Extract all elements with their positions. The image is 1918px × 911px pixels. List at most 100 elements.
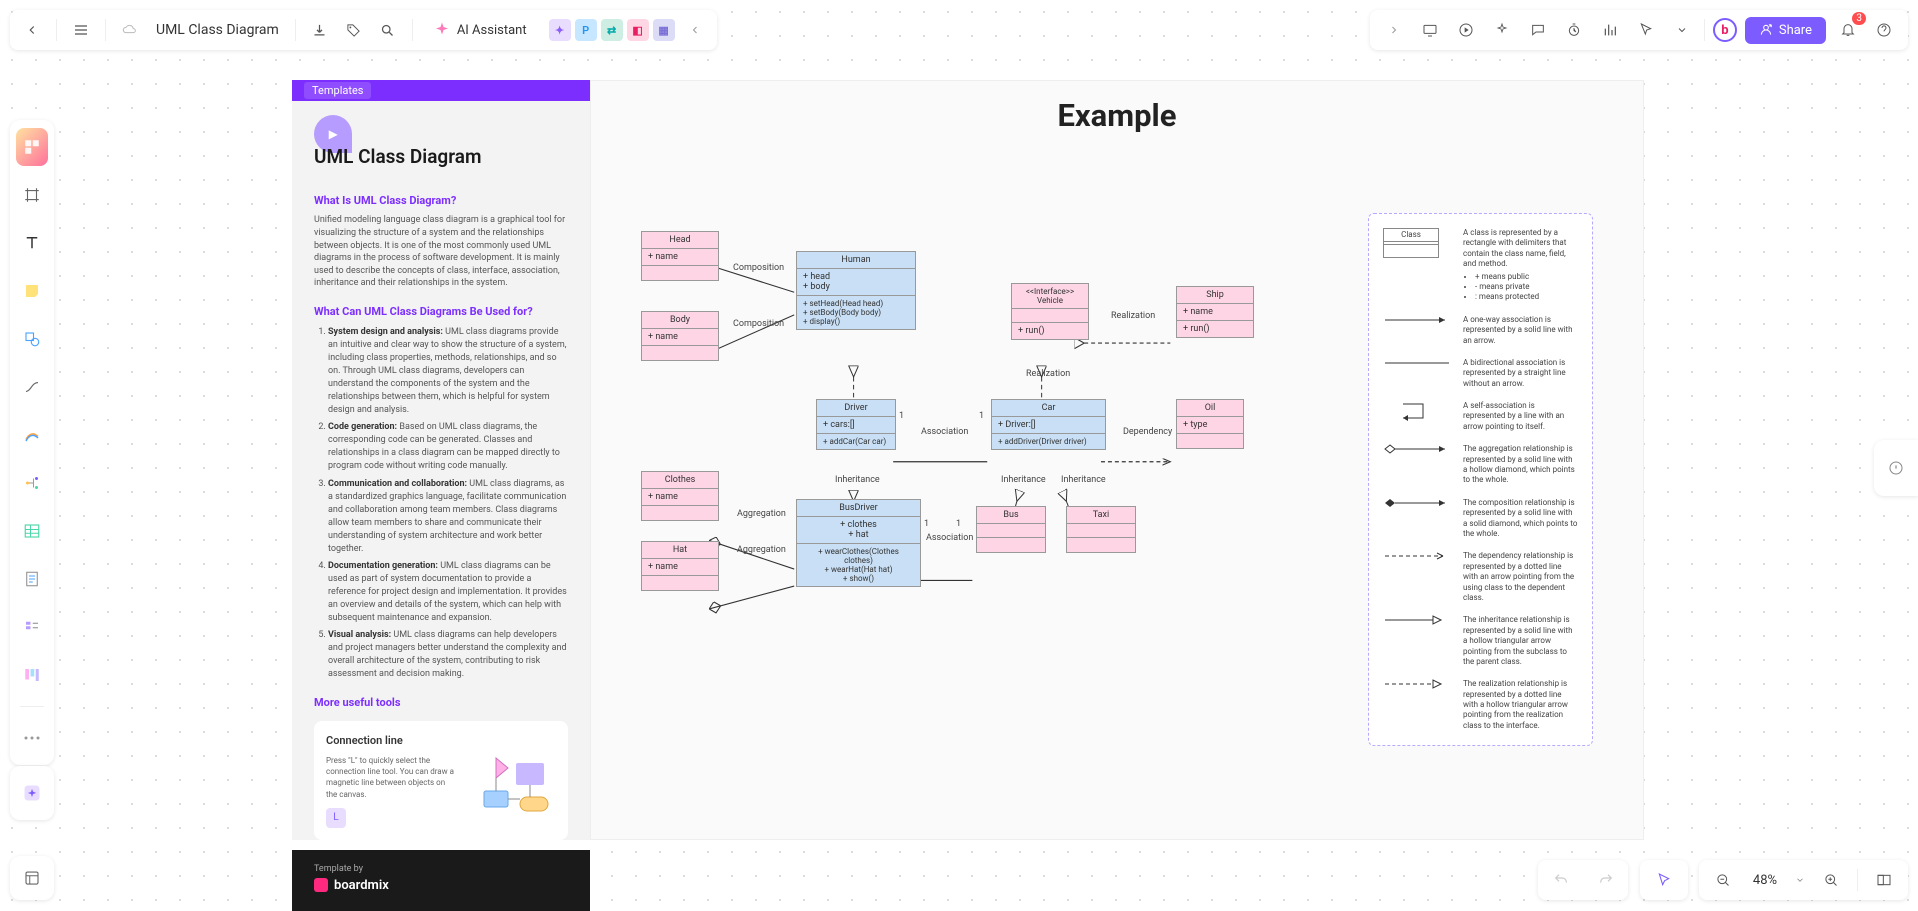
example-area[interactable]: Example [590,80,1644,840]
legend-panel[interactable]: Class A class is represented by a rectan… [1368,213,1593,746]
example-title: Example [591,97,1643,134]
tool-ai-magic[interactable] [16,774,48,812]
class-human[interactable]: Human+ head + body+ setHead(Head head) +… [796,251,916,330]
menu-button[interactable] [67,16,95,44]
panel-p1: Unified modeling language class diagram … [314,214,568,290]
class-car[interactable]: Car+ Driver:[]+ addDriver(Driver driver) [991,399,1106,450]
help-button[interactable] [1870,16,1898,44]
legend-oneway: A one-way association is represented by … [1463,315,1578,346]
left-toolbar-bottom [10,766,54,820]
brand-name: boardmix [334,878,389,893]
tool-document[interactable] [16,560,48,598]
zoom-in-button[interactable] [1817,866,1845,894]
legend-agg: The aggregation relationship is represen… [1463,444,1578,486]
panel-footer: Template by boardmix [292,850,590,911]
redo-button[interactable] [1592,866,1620,894]
tool-frame[interactable] [16,176,48,214]
pointer-mode[interactable] [1640,860,1688,900]
template-by-label: Template by [314,864,568,874]
doc-title[interactable]: UML Class Diagram [156,22,279,38]
lbl-aggregation-2: Aggregation [737,545,786,555]
lbl-dependency: Dependency [1123,427,1172,437]
tool-text[interactable] [16,224,48,262]
tool-table[interactable] [16,512,48,550]
share-button[interactable]: Share [1745,17,1826,44]
play-icon[interactable] [1452,16,1480,44]
lbl-one-d: 1 [924,519,929,529]
zoom-out-button[interactable] [1709,866,1737,894]
cursor-icon[interactable] [1632,16,1660,44]
tool-mindmap[interactable] [16,464,48,502]
collab-chips: ✦ P ⇄ ◧ ▦ [549,19,675,41]
tool-sticky[interactable] [16,272,48,310]
collab-user-p[interactable]: P [575,19,597,41]
zoom-value[interactable]: 48% [1747,873,1783,888]
vote-icon[interactable] [1596,16,1624,44]
collab-add[interactable]: ✦ [549,19,571,41]
class-oil[interactable]: Oil+ type [1176,399,1244,449]
class-vehicle[interactable]: <<Interface>> Vehicle+ run() [1011,283,1089,340]
collapse-button[interactable] [681,16,709,44]
cloud-icon [116,16,144,44]
layers-button[interactable] [10,856,54,900]
lbl-association-1: Association [921,427,968,437]
class-head[interactable]: Head+ name [641,231,719,281]
legend-self: A self-association is represented by a l… [1463,401,1578,432]
lbl-realization-2: Realization [1026,369,1070,379]
template-tabs[interactable]: Templates [292,80,590,101]
notif-badge: 3 [1852,12,1866,25]
search-button[interactable] [374,16,402,44]
canvas-content[interactable]: Templates ▸ UML Class Diagram What Is UM… [292,80,1644,840]
zoom-dropdown[interactable] [1793,866,1807,894]
templates-tab[interactable]: Templates [304,82,371,99]
class-driver[interactable]: Driver+ cars:[]+ addCar(Car car) [816,399,896,450]
class-clothes[interactable]: Clothes+ name [641,471,719,521]
tool-more[interactable] [16,719,48,757]
comment-icon[interactable] [1524,16,1552,44]
tag-button[interactable] [340,16,368,44]
panel-q2: What Can UML Class Diagrams Be Used for? [314,304,568,320]
tool-templates[interactable] [16,128,48,166]
share-label: Share [1779,23,1812,38]
uml-diagram[interactable]: Head+ name Body+ name Human+ head + body… [621,151,1393,829]
class-taxi[interactable]: Taxi [1066,506,1136,553]
tool-shape[interactable] [16,320,48,358]
collab-user-m[interactable]: ▦ [653,19,675,41]
brand-logo-icon[interactable]: b [1713,18,1737,42]
sparkle-icon[interactable] [1488,16,1516,44]
class-busdriver[interactable]: BusDriver+ clothes + hat+ wearClothes(Cl… [796,499,921,587]
tool-pen[interactable] [16,416,48,454]
tip-text: Press "L" to quickly select the connecti… [326,755,456,800]
notifications-button[interactable]: 3 [1834,16,1862,44]
expand-right-icon[interactable] [1380,16,1408,44]
class-hat[interactable]: Hat+ name [641,541,719,591]
ai-assistant-button[interactable]: AI Assistant [423,17,537,43]
class-body[interactable]: Body+ name [641,311,719,361]
tool-connector[interactable] [16,368,48,406]
lbl-composition-1: Composition [733,263,784,273]
download-button[interactable] [306,16,334,44]
collab-user-c[interactable]: ⇄ [601,19,623,41]
left-toolbar [10,120,54,765]
minimap-button[interactable] [1870,866,1898,894]
right-panel-toggle[interactable] [1874,440,1918,496]
lbl-composition-2: Composition [733,319,784,329]
timer-icon[interactable] [1560,16,1588,44]
class-ship[interactable]: Ship+ name+ run() [1176,286,1254,338]
lbl-one-c: 1 [956,519,961,529]
topbar-left: UML Class Diagram AI Assistant ✦ P ⇄ ◧ ▦ [10,10,717,50]
present-icon[interactable] [1416,16,1444,44]
panel-title: UML Class Diagram [314,143,568,171]
panel-q1: What Is UML Class Diagram? [314,193,568,209]
legend-comp: The composition relationship is represen… [1463,498,1578,540]
tool-kanban[interactable] [16,656,48,694]
lbl-inheritance-1: Inheritance [835,475,880,485]
collab-user-d[interactable]: ◧ [627,19,649,41]
tool-list[interactable] [16,608,48,646]
more-icon[interactable] [1668,16,1696,44]
undo-button[interactable] [1547,866,1575,894]
lbl-inheritance-2: Inheritance [1001,475,1046,485]
class-bus[interactable]: Bus [976,506,1046,553]
back-button[interactable] [18,16,46,44]
undo-redo-box [1538,860,1628,900]
